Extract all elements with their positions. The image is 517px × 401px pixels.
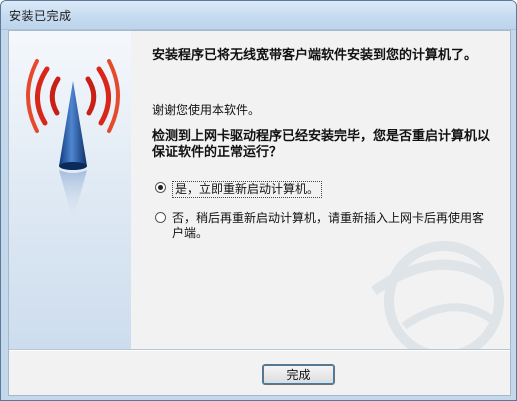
restart-later-radio[interactable] xyxy=(155,212,166,223)
content-area: 安装程序已将无线宽带客户端软件安装到您的计算机了。 谢谢您使用本软件。 检测到上… xyxy=(131,31,510,351)
restart-question: 检测到上网卡驱动程序已经安装完毕，您是否重启计算机以保证软件的正常运行？ xyxy=(152,129,491,160)
dialog-body: 安装程序已将无线宽带客户端软件安装到您的计算机了。 谢谢您使用本软件。 检测到上… xyxy=(8,30,511,396)
restart-later-label[interactable]: 否，稍后再重新启动计算机，请重新插入上网卡后再使用客户端。 xyxy=(172,211,495,241)
thanks-text: 谢谢您使用本软件。 xyxy=(152,103,261,117)
completion-heading: 安装程序已将无线宽带客户端软件安装到您的计算机了。 xyxy=(152,48,478,63)
restart-later-option[interactable]: 否，稍后再重新启动计算机，请重新插入上网卡后再使用客户端。 xyxy=(155,211,495,241)
side-banner xyxy=(9,31,131,395)
restart-now-radio[interactable] xyxy=(155,182,166,193)
installer-window: 安装已完成 安装程序已将无线宽带客户端软件安装到您的计算机了。 谢谢您使用本软件… xyxy=(0,0,517,401)
button-bar: 完成 xyxy=(9,351,510,395)
restart-now-label[interactable]: 是，立即重新启动计算机。 xyxy=(172,181,323,198)
watermark-icon xyxy=(371,241,504,351)
window-title: 安装已完成 xyxy=(9,9,72,23)
finish-button[interactable]: 完成 xyxy=(262,364,335,385)
restart-now-option[interactable]: 是，立即重新启动计算机。 xyxy=(155,181,485,198)
antenna-icon xyxy=(26,59,120,221)
title-bar[interactable]: 安装已完成 xyxy=(1,1,516,30)
